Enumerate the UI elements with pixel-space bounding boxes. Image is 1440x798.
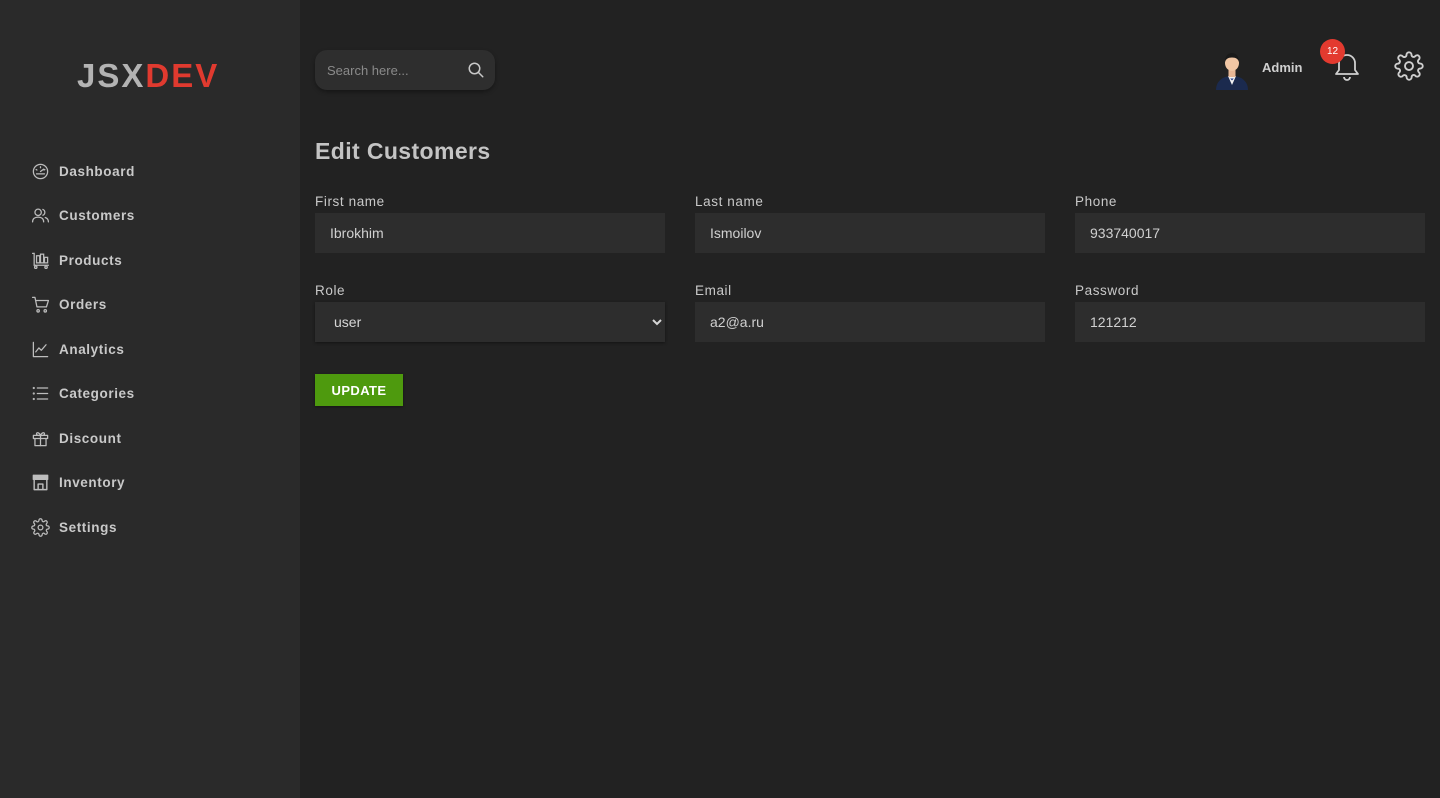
sidebar-item-inventory[interactable]: Inventory [0,461,300,506]
last-name-field[interactable] [695,213,1045,253]
sidebar-item-products[interactable]: Products [0,238,300,283]
sidebar-item-label: Settings [59,519,118,535]
phone-label: Phone [1075,194,1118,209]
user-name[interactable]: Admin [1262,60,1302,75]
sidebar-item-settings[interactable]: Settings [0,505,300,550]
store-icon [30,473,50,493]
password-label: Password [1075,283,1140,298]
search-box [315,50,495,90]
email-label: Email [695,283,732,298]
email-field[interactable] [695,302,1045,342]
avatar[interactable] [1212,48,1252,90]
first-name-label: First name [315,194,385,209]
sidebar-item-label: Analytics [59,341,125,357]
last-name-label: Last name [695,194,764,209]
logo-part-2: DEV [145,57,220,94]
sidebar: JSXDEV Dashboard Customers Products Orde… [0,0,300,798]
sidebar-item-discount[interactable]: Discount [0,416,300,461]
sidebar-item-label: Categories [59,386,135,402]
search-icon[interactable] [467,61,485,79]
sidebar-item-label: Products [59,252,123,268]
gear-icon [30,517,50,537]
password-group: Password [1075,281,1425,342]
sidebar-item-orders[interactable]: Orders [0,283,300,328]
sidebar-item-label: Customers [59,208,135,224]
role-group: Role user [315,281,665,342]
dashboard-gauge-icon [30,161,50,181]
phone-group: Phone [1075,192,1425,253]
first-name-group: First name [315,192,665,253]
shopping-cart-icon [30,295,50,315]
sidebar-item-label: Discount [59,430,122,446]
logo[interactable]: JSXDEV [77,56,219,96]
gear-icon[interactable] [1394,51,1424,81]
sidebar-item-dashboard[interactable]: Dashboard [0,149,300,194]
sidebar-item-label: Dashboard [59,163,135,179]
cart-trolley-icon [30,250,50,270]
logo-part-1: JSX [77,57,146,94]
search-input[interactable] [327,60,457,80]
last-name-group: Last name [695,192,1045,253]
sidebar-item-label: Orders [59,297,107,313]
sidebar-item-categories[interactable]: Categories [0,372,300,417]
main-content: Admin 12 Edit Customers First name Last … [300,0,1440,798]
sidebar-item-customers[interactable]: Customers [0,194,300,239]
role-select[interactable]: user [315,302,665,342]
users-icon [30,206,50,226]
page-title: Edit Customers [315,138,491,164]
first-name-field[interactable] [315,213,665,253]
email-group: Email [695,281,1045,342]
line-chart-icon [30,339,50,359]
update-button[interactable]: UPDATE [315,374,403,406]
list-icon [30,384,50,404]
notification-badge: 12 [1320,39,1345,64]
sidebar-item-analytics[interactable]: Analytics [0,327,300,372]
app: JSXDEV Dashboard Customers Products Orde… [0,0,1440,798]
sidebar-item-label: Inventory [59,475,126,491]
gift-icon [30,428,50,448]
password-field[interactable] [1075,302,1425,342]
role-label: Role [315,283,346,298]
sidebar-nav: Dashboard Customers Products Orders Anal… [0,149,300,550]
phone-field[interactable] [1075,213,1425,253]
